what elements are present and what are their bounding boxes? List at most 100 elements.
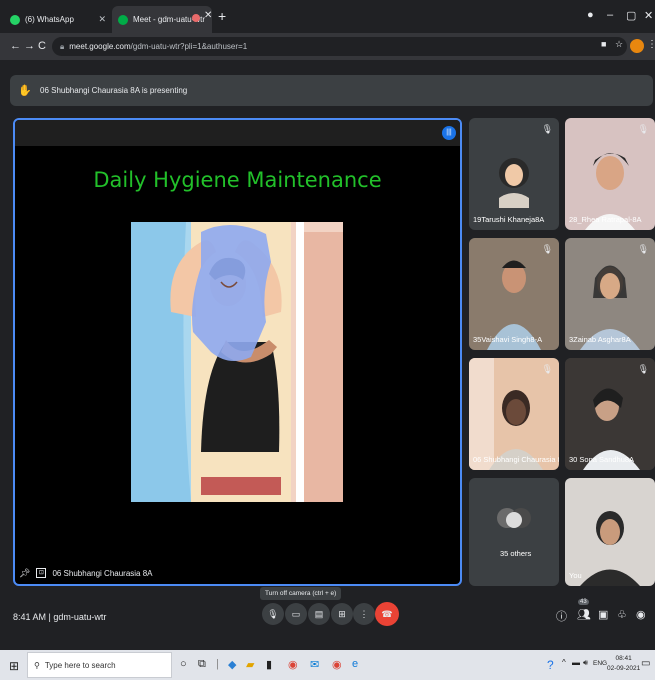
clock[interactable]: 08:41 02-09-2021 [607,654,640,674]
clock-time: 08:41 [615,655,632,662]
info-icon[interactable]: ⓘ [556,608,567,624]
presenting-text: 06 Shubhangi Chaurasia 8A is presenting [40,86,188,95]
stage-header [15,120,460,146]
people-count-badge: 43 [578,599,589,605]
camera-button[interactable]: ▭ [285,603,307,625]
slide-illustration [131,222,343,502]
meeting-time: 8:41 AM [13,612,47,622]
back-icon[interactable]: ← [10,40,21,52]
mic-muted-icon: 🎙︎ [541,244,553,254]
chrome-icon[interactable]: ◉ [288,658,298,671]
mic-muted-icon: 🎙︎ [541,124,553,134]
edge-icon[interactable]: e [352,658,358,670]
file-explorer-icon[interactable]: ▰ [246,658,254,671]
mic-muted-icon: 🎙︎ [637,124,649,134]
chat-icon[interactable]: ▣ [598,608,608,621]
close-window-button[interactable]: ✕ [644,9,653,22]
url-field[interactable]: 🔒︎ meet.google.com /gdm-uatu-wtr?pli=1&a… [52,37,627,56]
cortana-icon[interactable]: ○ [180,658,187,670]
participant-tile[interactable]: 🎙︎ 30 Sona Sandhu8A [565,358,655,470]
participant-tile[interactable]: 🎙︎ 3Zainab Asghar8A [565,238,655,350]
chevron-up-icon[interactable]: ^ [562,658,566,667]
tab-label: (6) WhatsApp [25,15,74,24]
address-bar: ← → C 🔒︎ meet.google.com /gdm-uatu-wtr?p… [0,33,655,60]
clock-date: 02-09-2021 [607,665,641,672]
meet-icon [118,14,128,25]
mic-muted-icon: 🎙︎ [637,364,649,374]
account-icon[interactable]: ● [587,9,594,21]
bookmark-star-icon[interactable]: ☆ [615,39,623,50]
end-call-button[interactable]: ☎ [375,602,399,626]
participant-tile[interactable]: 🎙︎ 28_Rhea Ratrapal-8A [565,118,655,230]
language-indicator[interactable]: ENG [593,660,607,667]
captions-button[interactable]: ▤ [308,603,330,625]
windows-start-icon[interactable]: ⊞ [9,659,19,673]
menu-icon[interactable]: ⋮ [647,39,655,50]
mic-muted-icon: 🎙︎ [541,364,553,374]
slide-title: Daily Hygiene Maintenance [93,168,382,192]
activities-icon[interactable]: ♧ [617,608,627,621]
meeting-details[interactable]: 8:41 AM | gdm-uatu-wtr [13,612,106,622]
participant-name: 19Tarushi Khaneja8A [473,215,545,224]
participant-name: 3Zainab Asghar8A [569,335,631,344]
others-tile[interactable]: 35 others [469,478,559,586]
camera-indicator-icon[interactable]: ■ [601,39,606,49]
minimize-button[interactable]: – [607,9,613,21]
volume-icon[interactable]: 🔊︎ [583,658,588,668]
present-screen-icon[interactable]: ⊡ [36,568,47,578]
new-tab-button[interactable]: + [218,8,226,24]
help-icon[interactable]: ? [547,658,554,672]
microphone-button[interactable]: 🎙︎ [262,603,284,625]
tab-whatsapp[interactable]: (6) WhatsApp ✕ [4,6,112,33]
participant-tile[interactable]: 🎙︎ 19Tarushi Khaneja8A [469,118,559,230]
store-icon[interactable]: ▮ [266,658,272,671]
url-path: /gdm-uatu-wtr?pli=1&authuser=1 [130,42,248,51]
participant-name: 35Vaishavi Singh8-A [473,335,543,344]
task-view-icon[interactable]: ⧉ [198,658,206,671]
url-host: meet.google.com [69,42,131,51]
whatsapp-icon [10,14,20,25]
people-icon[interactable]: 👥︎ [577,608,591,621]
lock-icon: 🔒︎ [60,41,65,51]
forward-icon[interactable]: → [24,40,35,52]
pin-icon[interactable]: 📌︎ [19,568,30,579]
participant-tile[interactable]: 🎙︎ 35Vaishavi Singh8-A [469,238,559,350]
audio-level-icon: ||| [442,126,456,140]
mic-muted-icon: 🎙︎ [637,244,649,254]
participant-tile[interactable]: 🎙︎ 06 Shubhangi Chaurasia 8A [469,358,559,470]
browser-tab-bar: (6) WhatsApp ✕ Meet - gdm-uatu-wtr ✕ + ●… [0,0,655,33]
self-name: You [569,571,582,580]
windows-taskbar: ⊞ ⚲ Type here to search ○ ⧉ | ◆ ▰ ▮ ◉ ✉ … [0,650,655,680]
host-controls-icon[interactable]: ◉ [636,608,646,621]
notification-icon[interactable]: ▭ [641,658,650,669]
taskbar-app-icon[interactable]: ◆ [228,658,236,671]
reload-icon[interactable]: C [38,40,46,52]
taskbar-search[interactable]: ⚲ Type here to search [27,652,172,678]
presenter-avatar-icon: ✋ [18,84,32,97]
others-count: 35 others [500,549,532,558]
participant-name: 06 Shubhangi Chaurasia 8A [473,455,559,464]
search-placeholder: Type here to search [44,660,116,670]
divider-icon: | [216,658,219,670]
mail-icon[interactable]: ✉ [310,658,319,671]
self-tile[interactable]: You [565,478,655,586]
recording-indicator-icon [192,14,200,22]
participant-name: 28_Rhea Ratrapal-8A [569,215,642,224]
chrome-icon[interactable]: ◉ [332,658,342,671]
close-icon[interactable]: ✕ [204,10,212,21]
close-icon[interactable]: ✕ [98,14,106,25]
participant-name: 30 Sona Sandhu8A [569,455,635,464]
present-button[interactable]: ⊞ [331,603,353,625]
meet-window: ✋ 06 Shubhangi Chaurasia 8A is presentin… [0,60,655,650]
maximize-button[interactable]: ▢ [626,9,636,22]
avatar[interactable] [630,39,644,53]
presenting-banner: ✋ 06 Shubhangi Chaurasia 8A is presentin… [10,75,653,106]
search-icon: ⚲ [34,660,40,670]
presentation-stage[interactable]: ||| Daily Hygiene Maintenance 📌︎ ⊡ 06 Sh… [13,118,462,586]
meet-control-bar: 8:41 AM | gdm-uatu-wtr Turn off camera (… [0,587,655,650]
stage-owner-name: 06 Shubhangi Chaurasia 8A [52,568,153,578]
camera-tooltip: Turn off camera (ctrl + e) [260,587,342,600]
stage-footer: 📌︎ ⊡ 06 Shubhangi Chaurasia 8A [15,562,460,584]
more-options-button[interactable]: ⋮ [353,603,375,625]
battery-icon[interactable]: ▬ [572,658,580,667]
